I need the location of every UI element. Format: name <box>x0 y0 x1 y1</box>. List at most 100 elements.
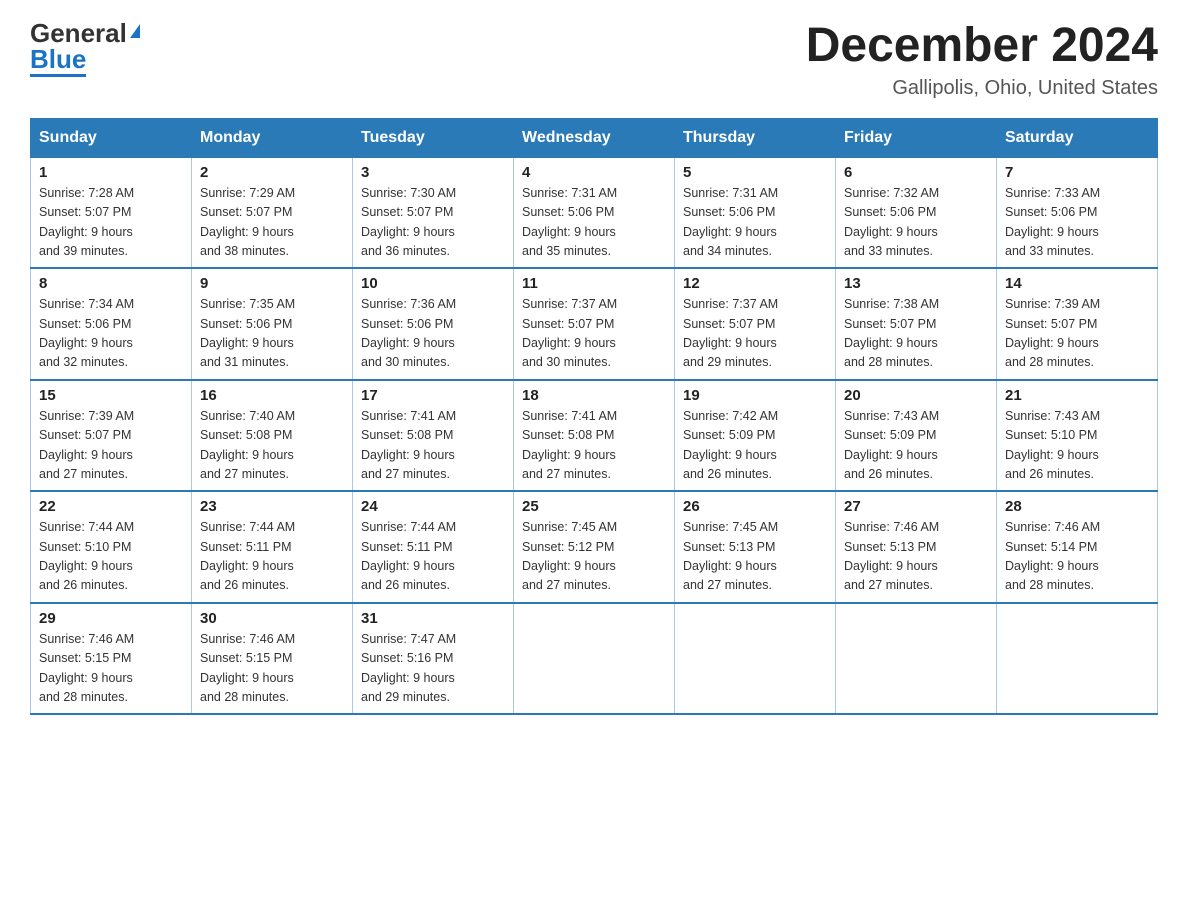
day-number: 22 <box>39 498 183 515</box>
day-info: Sunrise: 7:31 AMSunset: 5:06 PMDaylight:… <box>683 186 778 258</box>
calendar-week-1: 1 Sunrise: 7:28 AMSunset: 5:07 PMDayligh… <box>31 157 1158 268</box>
calendar-cell: 7 Sunrise: 7:33 AMSunset: 5:06 PMDayligh… <box>997 157 1158 268</box>
month-title: December 2024 <box>806 20 1158 73</box>
day-number: 21 <box>1005 387 1149 404</box>
day-info: Sunrise: 7:46 AMSunset: 5:15 PMDaylight:… <box>39 632 134 704</box>
day-number: 24 <box>361 498 505 515</box>
header-tuesday: Tuesday <box>353 118 514 157</box>
location-subtitle: Gallipolis, Ohio, United States <box>806 77 1158 100</box>
day-number: 31 <box>361 610 505 627</box>
day-number: 17 <box>361 387 505 404</box>
calendar-week-3: 15 Sunrise: 7:39 AMSunset: 5:07 PMDaylig… <box>31 380 1158 492</box>
header-sunday: Sunday <box>31 118 192 157</box>
day-number: 1 <box>39 164 183 181</box>
day-info: Sunrise: 7:40 AMSunset: 5:08 PMDaylight:… <box>200 409 295 481</box>
day-info: Sunrise: 7:46 AMSunset: 5:15 PMDaylight:… <box>200 632 295 704</box>
day-number: 9 <box>200 275 344 292</box>
day-number: 8 <box>39 275 183 292</box>
day-number: 25 <box>522 498 666 515</box>
calendar-cell: 4 Sunrise: 7:31 AMSunset: 5:06 PMDayligh… <box>514 157 675 268</box>
day-info: Sunrise: 7:44 AMSunset: 5:11 PMDaylight:… <box>200 520 295 592</box>
calendar-week-5: 29 Sunrise: 7:46 AMSunset: 5:15 PMDaylig… <box>31 603 1158 715</box>
day-number: 12 <box>683 275 827 292</box>
day-number: 16 <box>200 387 344 404</box>
calendar-cell: 14 Sunrise: 7:39 AMSunset: 5:07 PMDaylig… <box>997 268 1158 380</box>
logo: General Blue <box>30 20 140 77</box>
calendar-cell: 19 Sunrise: 7:42 AMSunset: 5:09 PMDaylig… <box>675 380 836 492</box>
calendar-cell <box>675 603 836 715</box>
calendar-table: Sunday Monday Tuesday Wednesday Thursday… <box>30 118 1158 716</box>
day-info: Sunrise: 7:44 AMSunset: 5:10 PMDaylight:… <box>39 520 134 592</box>
header-monday: Monday <box>192 118 353 157</box>
calendar-cell: 20 Sunrise: 7:43 AMSunset: 5:09 PMDaylig… <box>836 380 997 492</box>
day-number: 18 <box>522 387 666 404</box>
page-header: General Blue December 2024 Gallipolis, O… <box>30 20 1158 100</box>
day-number: 3 <box>361 164 505 181</box>
calendar-cell: 25 Sunrise: 7:45 AMSunset: 5:12 PMDaylig… <box>514 491 675 603</box>
day-info: Sunrise: 7:28 AMSunset: 5:07 PMDaylight:… <box>39 186 134 258</box>
day-info: Sunrise: 7:38 AMSunset: 5:07 PMDaylight:… <box>844 297 939 369</box>
calendar-week-4: 22 Sunrise: 7:44 AMSunset: 5:10 PMDaylig… <box>31 491 1158 603</box>
calendar-cell: 29 Sunrise: 7:46 AMSunset: 5:15 PMDaylig… <box>31 603 192 715</box>
day-info: Sunrise: 7:45 AMSunset: 5:12 PMDaylight:… <box>522 520 617 592</box>
header-friday: Friday <box>836 118 997 157</box>
day-info: Sunrise: 7:33 AMSunset: 5:06 PMDaylight:… <box>1005 186 1100 258</box>
day-info: Sunrise: 7:39 AMSunset: 5:07 PMDaylight:… <box>1005 297 1100 369</box>
day-number: 10 <box>361 275 505 292</box>
calendar-cell: 9 Sunrise: 7:35 AMSunset: 5:06 PMDayligh… <box>192 268 353 380</box>
day-number: 15 <box>39 387 183 404</box>
calendar-header: Sunday Monday Tuesday Wednesday Thursday… <box>31 118 1158 157</box>
day-info: Sunrise: 7:43 AMSunset: 5:10 PMDaylight:… <box>1005 409 1100 481</box>
day-info: Sunrise: 7:43 AMSunset: 5:09 PMDaylight:… <box>844 409 939 481</box>
calendar-cell: 30 Sunrise: 7:46 AMSunset: 5:15 PMDaylig… <box>192 603 353 715</box>
calendar-cell: 17 Sunrise: 7:41 AMSunset: 5:08 PMDaylig… <box>353 380 514 492</box>
day-info: Sunrise: 7:41 AMSunset: 5:08 PMDaylight:… <box>361 409 456 481</box>
calendar-cell: 18 Sunrise: 7:41 AMSunset: 5:08 PMDaylig… <box>514 380 675 492</box>
day-info: Sunrise: 7:29 AMSunset: 5:07 PMDaylight:… <box>200 186 295 258</box>
day-info: Sunrise: 7:30 AMSunset: 5:07 PMDaylight:… <box>361 186 456 258</box>
header-saturday: Saturday <box>997 118 1158 157</box>
day-info: Sunrise: 7:39 AMSunset: 5:07 PMDaylight:… <box>39 409 134 481</box>
calendar-cell: 10 Sunrise: 7:36 AMSunset: 5:06 PMDaylig… <box>353 268 514 380</box>
header-row: Sunday Monday Tuesday Wednesday Thursday… <box>31 118 1158 157</box>
day-info: Sunrise: 7:37 AMSunset: 5:07 PMDaylight:… <box>683 297 778 369</box>
calendar-cell: 2 Sunrise: 7:29 AMSunset: 5:07 PMDayligh… <box>192 157 353 268</box>
calendar-cell: 22 Sunrise: 7:44 AMSunset: 5:10 PMDaylig… <box>31 491 192 603</box>
day-number: 27 <box>844 498 988 515</box>
calendar-cell: 1 Sunrise: 7:28 AMSunset: 5:07 PMDayligh… <box>31 157 192 268</box>
logo-underline <box>30 74 86 77</box>
day-number: 6 <box>844 164 988 181</box>
calendar-cell: 12 Sunrise: 7:37 AMSunset: 5:07 PMDaylig… <box>675 268 836 380</box>
day-number: 28 <box>1005 498 1149 515</box>
day-number: 2 <box>200 164 344 181</box>
calendar-cell: 3 Sunrise: 7:30 AMSunset: 5:07 PMDayligh… <box>353 157 514 268</box>
day-number: 11 <box>522 275 666 292</box>
day-info: Sunrise: 7:46 AMSunset: 5:13 PMDaylight:… <box>844 520 939 592</box>
day-info: Sunrise: 7:42 AMSunset: 5:09 PMDaylight:… <box>683 409 778 481</box>
header-wednesday: Wednesday <box>514 118 675 157</box>
day-info: Sunrise: 7:36 AMSunset: 5:06 PMDaylight:… <box>361 297 456 369</box>
calendar-cell: 11 Sunrise: 7:37 AMSunset: 5:07 PMDaylig… <box>514 268 675 380</box>
calendar-cell: 6 Sunrise: 7:32 AMSunset: 5:06 PMDayligh… <box>836 157 997 268</box>
calendar-cell: 31 Sunrise: 7:47 AMSunset: 5:16 PMDaylig… <box>353 603 514 715</box>
day-number: 30 <box>200 610 344 627</box>
calendar-cell: 8 Sunrise: 7:34 AMSunset: 5:06 PMDayligh… <box>31 268 192 380</box>
day-info: Sunrise: 7:37 AMSunset: 5:07 PMDaylight:… <box>522 297 617 369</box>
calendar-week-2: 8 Sunrise: 7:34 AMSunset: 5:06 PMDayligh… <box>31 268 1158 380</box>
calendar-cell <box>997 603 1158 715</box>
title-area: December 2024 Gallipolis, Ohio, United S… <box>806 20 1158 100</box>
calendar-cell <box>836 603 997 715</box>
calendar-cell: 15 Sunrise: 7:39 AMSunset: 5:07 PMDaylig… <box>31 380 192 492</box>
day-info: Sunrise: 7:35 AMSunset: 5:06 PMDaylight:… <box>200 297 295 369</box>
logo-triangle-icon <box>130 24 140 38</box>
logo-blue-text: Blue <box>30 46 86 72</box>
day-number: 26 <box>683 498 827 515</box>
calendar-body: 1 Sunrise: 7:28 AMSunset: 5:07 PMDayligh… <box>31 157 1158 714</box>
calendar-cell: 23 Sunrise: 7:44 AMSunset: 5:11 PMDaylig… <box>192 491 353 603</box>
day-number: 13 <box>844 275 988 292</box>
calendar-cell: 27 Sunrise: 7:46 AMSunset: 5:13 PMDaylig… <box>836 491 997 603</box>
day-info: Sunrise: 7:45 AMSunset: 5:13 PMDaylight:… <box>683 520 778 592</box>
day-info: Sunrise: 7:46 AMSunset: 5:14 PMDaylight:… <box>1005 520 1100 592</box>
day-info: Sunrise: 7:47 AMSunset: 5:16 PMDaylight:… <box>361 632 456 704</box>
day-number: 19 <box>683 387 827 404</box>
